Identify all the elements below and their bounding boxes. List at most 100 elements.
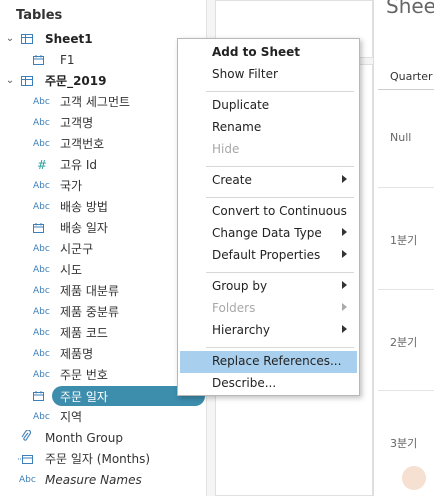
menu-separator [206,166,354,167]
field-row[interactable]: Month Group [0,427,207,448]
table-icon [21,75,33,86]
context-menu: Add to Sheet Show Filter Duplicate Renam… [177,38,360,396]
datasource-sheet1[interactable]: ⌄ Sheet1 [0,28,207,49]
field-label: 지역 [60,410,83,424]
data-pane: Tables ⌄ Sheet1 F1 ⌄ 주문_2019 Abc 고객 세그먼트… [0,0,207,496]
pane-title: Tables [16,8,63,23]
menu-separator [206,91,354,92]
field-row[interactable]: Abc 배송 방법 [0,196,207,217]
string-type-icon: Abc [19,474,36,485]
paperclip-icon [21,429,43,445]
field-row[interactable]: Abc 시도 [0,259,207,280]
viz-area: Sheet Quarter Null 1분기 2분기 3분기 [373,0,434,496]
menu-item-add-to-sheet[interactable]: Add to Sheet [178,42,359,64]
string-type-icon: Abc [33,138,50,149]
calendar-icon [33,54,55,65]
string-type-icon: Abc [33,96,50,107]
column-header[interactable]: Quarter [378,64,434,90]
menu-item-replace-references[interactable]: Replace References... [180,351,357,373]
menu-item-convert-to-continuous[interactable]: Convert to Continuous [178,201,359,223]
field-label: Measure Names [45,472,142,487]
menu-item-duplicate[interactable]: Duplicate [178,95,359,117]
submenu-arrow-icon [342,250,347,258]
field-row[interactable]: Abc 고객 세그먼트 [0,91,207,112]
field-row[interactable]: Abc 주문 번호 [0,364,207,385]
menu-item-group-by[interactable]: Group by [178,276,359,298]
field-label: 시도 [60,263,83,277]
field-label: 주문 일자 [60,390,108,404]
submenu-arrow-icon [342,228,347,236]
field-label: 고유 Id [60,158,98,172]
field-label: F1 [60,52,75,67]
datasource-orders-2019[interactable]: ⌄ 주문_2019 [0,70,207,91]
field-label: 제품 대분류 [60,284,120,298]
column-header-label: Quarter [390,70,433,83]
field-row[interactable]: # 고유 Id [0,154,207,175]
menu-item-show-filter[interactable]: Show Filter [178,64,359,86]
submenu-arrow-icon [342,303,347,311]
row-label[interactable]: 2분기 [390,334,417,350]
field-label: 국가 [60,179,83,193]
field-label: 시군구 [60,242,94,256]
string-type-icon: Abc [33,411,50,422]
menu-item-default-properties[interactable]: Default Properties [178,245,359,267]
field-row[interactable]: Abc 국가 [0,175,207,196]
string-type-icon: Abc [33,285,50,296]
menu-item-create[interactable]: Create [178,170,359,192]
number-type-icon: # [37,157,48,172]
row-label[interactable]: 1분기 [390,232,417,248]
menu-separator [206,197,354,198]
watermark-logo [402,466,426,490]
datasource-name: Sheet1 [45,31,93,46]
field-row[interactable]: Abc Measure Names [0,469,207,490]
field-row[interactable]: 주문 일자 (Months) [0,448,207,469]
field-label: 주문 번호 [60,368,108,382]
field-label: 제품 중분류 [60,305,120,319]
field-label: 고객번호 [60,137,105,151]
field-label: 제품명 [60,347,94,361]
menu-item-hierarchy[interactable]: Hierarchy [178,320,359,342]
submenu-arrow-icon [342,175,347,183]
chevron-down-icon[interactable]: ⌄ [4,75,16,86]
field-row[interactable]: Abc 시군구 [0,238,207,259]
field-row[interactable]: Abc 고객번호 [0,133,207,154]
field-label: 배송 일자 [60,221,108,235]
field-label: 배송 방법 [60,200,108,214]
divider [378,390,434,391]
field-row[interactable]: Abc 지역 [0,406,207,427]
field-row[interactable]: F1 [0,49,207,70]
field-row[interactable]: Abc 제품 중분류 [0,301,207,322]
string-type-icon: Abc [33,306,50,317]
row-label[interactable]: 3분기 [390,435,417,451]
string-type-icon: Abc [33,201,50,212]
string-type-icon: Abc [33,117,50,128]
menu-item-rename[interactable]: Rename [178,117,359,139]
string-type-icon: Abc [33,348,50,359]
field-row[interactable]: Abc 제품명 [0,343,207,364]
field-row[interactable]: Abc 고객명 [0,112,207,133]
field-row[interactable]: Abc 제품 코드 [0,322,207,343]
calendar-icon [33,222,55,233]
menu-separator [206,272,354,273]
sheet-title: Sheet [386,0,434,18]
string-type-icon: Abc [33,180,50,191]
chevron-down-icon[interactable]: ⌄ [4,33,16,44]
custom-date-icon [18,453,40,464]
field-label: 고객명 [60,116,94,130]
string-type-icon: Abc [33,243,50,254]
field-row[interactable]: Abc 제품 대분류 [0,280,207,301]
submenu-arrow-icon [342,325,347,333]
field-label: 고객 세그먼트 [60,95,131,109]
field-label: 제품 코드 [60,326,108,340]
field-label: 주문 일자 (Months) [45,452,151,466]
table-icon [21,33,33,44]
field-label: Month Group [45,430,123,445]
menu-item-describe[interactable]: Describe... [178,373,359,395]
submenu-arrow-icon [342,281,347,289]
row-label[interactable]: Null [390,131,411,144]
menu-item-change-data-type[interactable]: Change Data Type [178,223,359,245]
menu-item-hide: Hide [212,142,240,156]
field-row[interactable]: 배송 일자 [0,217,207,238]
menu-item-folders: Folders [178,298,359,320]
menu-separator [206,347,354,348]
